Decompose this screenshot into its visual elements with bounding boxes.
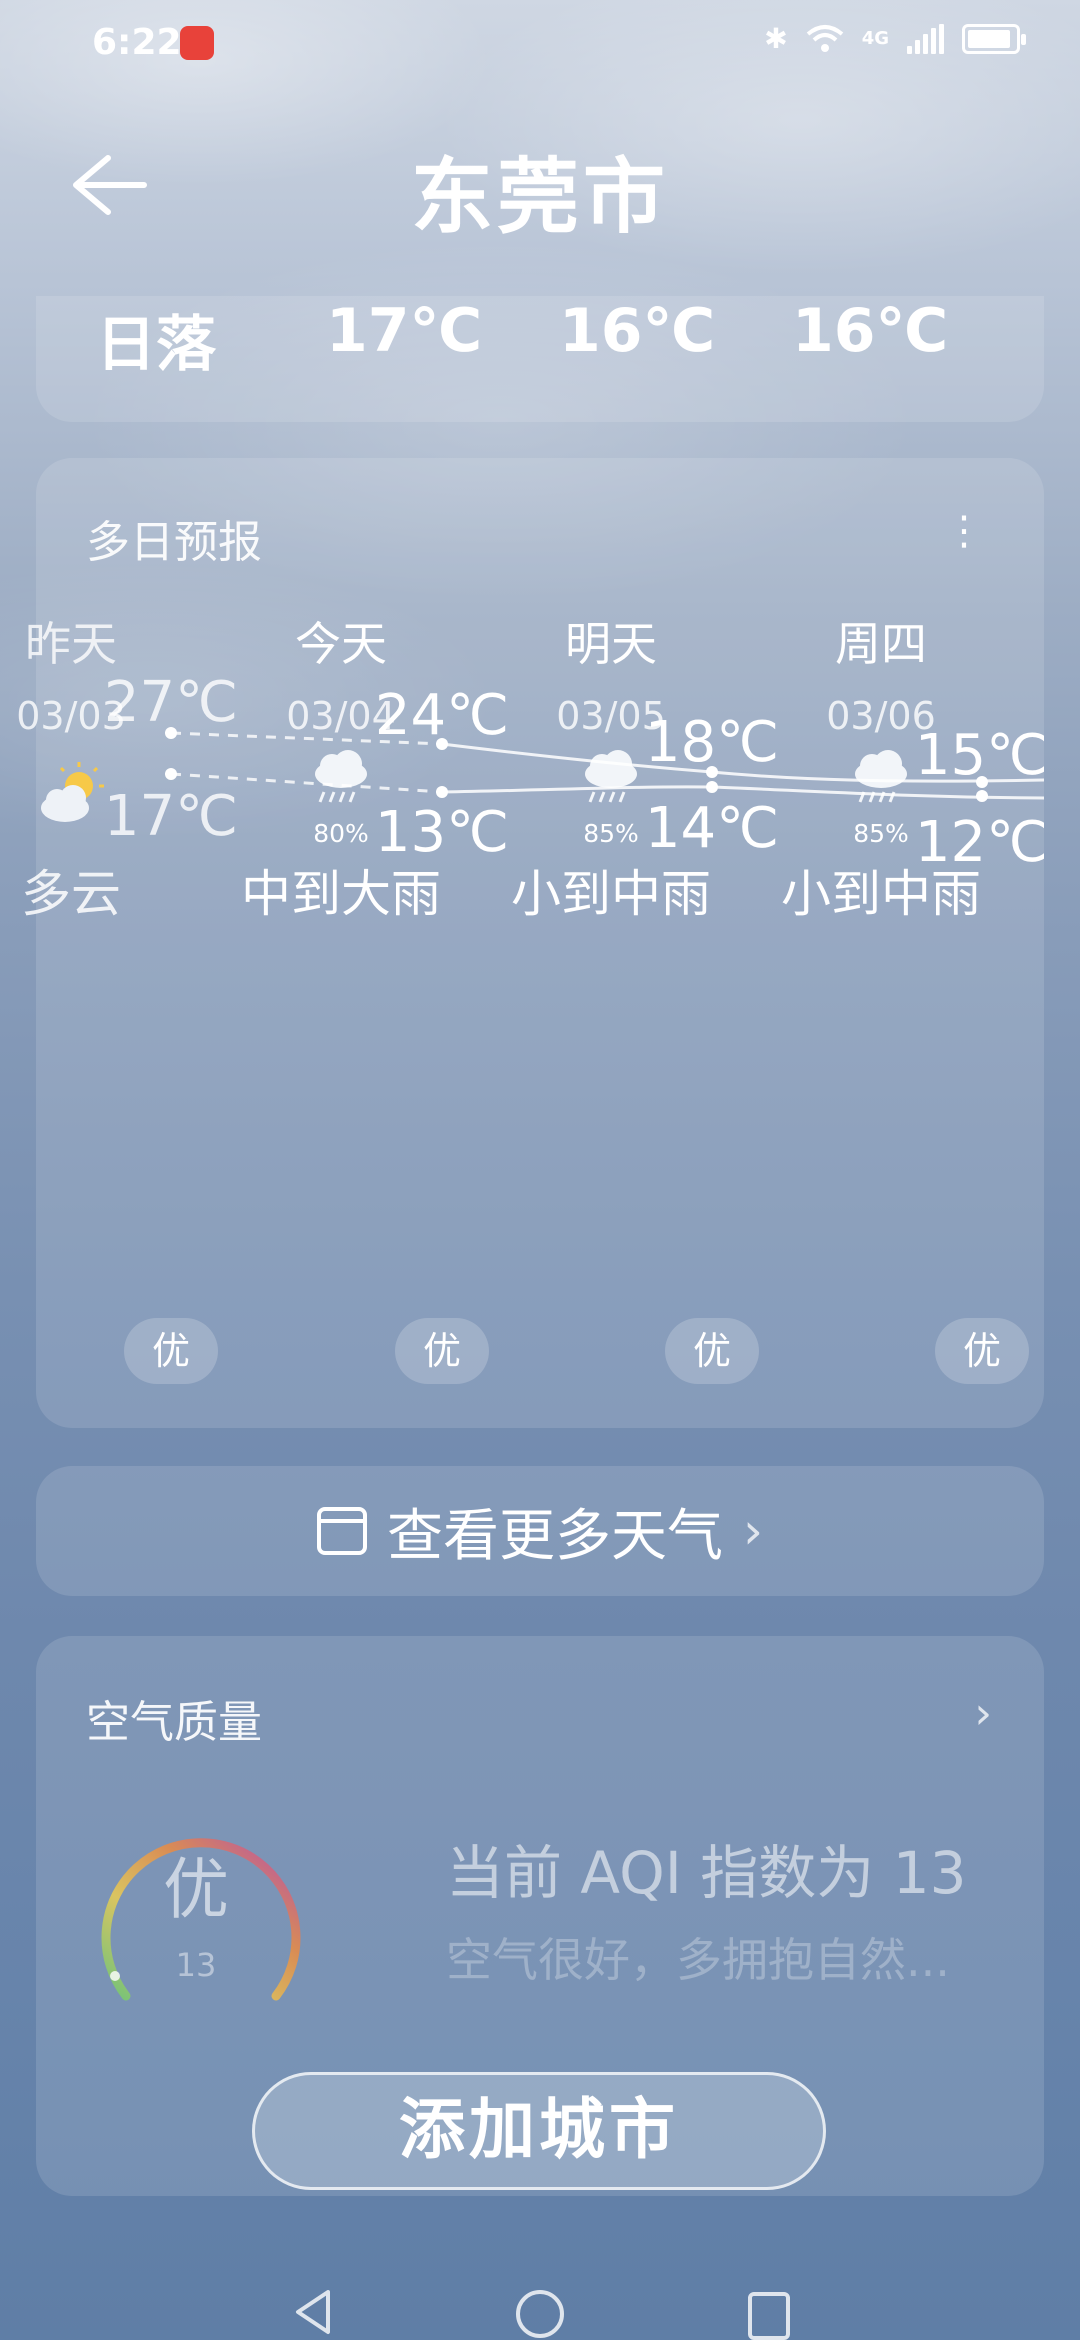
status-bar: 6:22 ✱ 4G: [0, 0, 1080, 90]
temp-point: [436, 786, 448, 798]
status-time: 6:22: [92, 22, 182, 63]
network-type-label: 4G: [861, 28, 889, 49]
aqi-value: 13: [175, 1946, 217, 1984]
temperature-trend-chart: [165, 727, 1044, 802]
more-weather-button[interactable]: 查看更多天气 ›: [36, 1466, 1044, 1596]
wifi-icon: [806, 24, 843, 52]
chevron-right-icon: ›: [743, 1502, 763, 1560]
nav-recents-icon[interactable]: [748, 2292, 790, 2340]
hourly-temp: 16℃: [792, 296, 949, 366]
aqi-badge: 优: [124, 1318, 218, 1384]
low-temp: 17℃: [103, 784, 239, 849]
aqi-badge: 优: [395, 1318, 489, 1384]
aqi-advice: 空气很好，多拥抱自然...: [446, 1933, 950, 1987]
aqi-level: 优: [163, 1851, 229, 1928]
low-temp: 13℃: [374, 800, 510, 865]
chevron-right-icon[interactable]: ›: [974, 1688, 992, 1739]
calendar-icon: [317, 1507, 367, 1555]
temp-point: [706, 781, 718, 793]
hourly-temp: 17℃: [326, 296, 483, 366]
high-temp: 27℃: [103, 670, 239, 735]
city-title: 东莞市: [410, 150, 669, 245]
high-temp: 18℃: [644, 710, 780, 775]
hourly-temp: 16℃: [559, 296, 716, 366]
bluetooth-icon: ✱: [764, 22, 788, 55]
air-quality-title: 空气质量: [86, 1697, 262, 1748]
app-notification-icon: [180, 26, 214, 60]
cell-signal-icon: [907, 23, 944, 54]
hourly-card-partial: 日落 17℃ 16℃ 16℃: [36, 296, 1044, 422]
system-navigation-bar: [296, 2290, 790, 2340]
add-city-button[interactable]: 添加城市: [252, 2072, 826, 2190]
nav-back-icon[interactable]: [296, 2290, 330, 2334]
multi-day-forecast-card: 多日预报 ⋮ 昨天 03/03 多云 今天 03/04 80% 中到大雨 明天 …: [16, 458, 1044, 1428]
aqi-summary: 当前 AQI 指数为 13: [446, 1839, 967, 1907]
high-temp: 15℃: [914, 723, 1044, 788]
nav-home-icon[interactable]: [516, 2290, 564, 2338]
status-icons: ✱ 4G: [764, 22, 1026, 55]
temp-point: [165, 768, 177, 780]
aqi-badge: 优: [935, 1318, 1029, 1384]
sunset-label: 日落: [96, 310, 216, 380]
aqi-badge: 优: [665, 1318, 759, 1384]
low-temp: 14℃: [644, 796, 780, 861]
high-temp: 24℃: [374, 683, 510, 748]
low-temp: 12℃: [914, 810, 1044, 875]
more-weather-label: 查看更多天气: [387, 1503, 723, 1569]
temp-point: [976, 790, 988, 802]
battery-icon: [962, 23, 1026, 54]
